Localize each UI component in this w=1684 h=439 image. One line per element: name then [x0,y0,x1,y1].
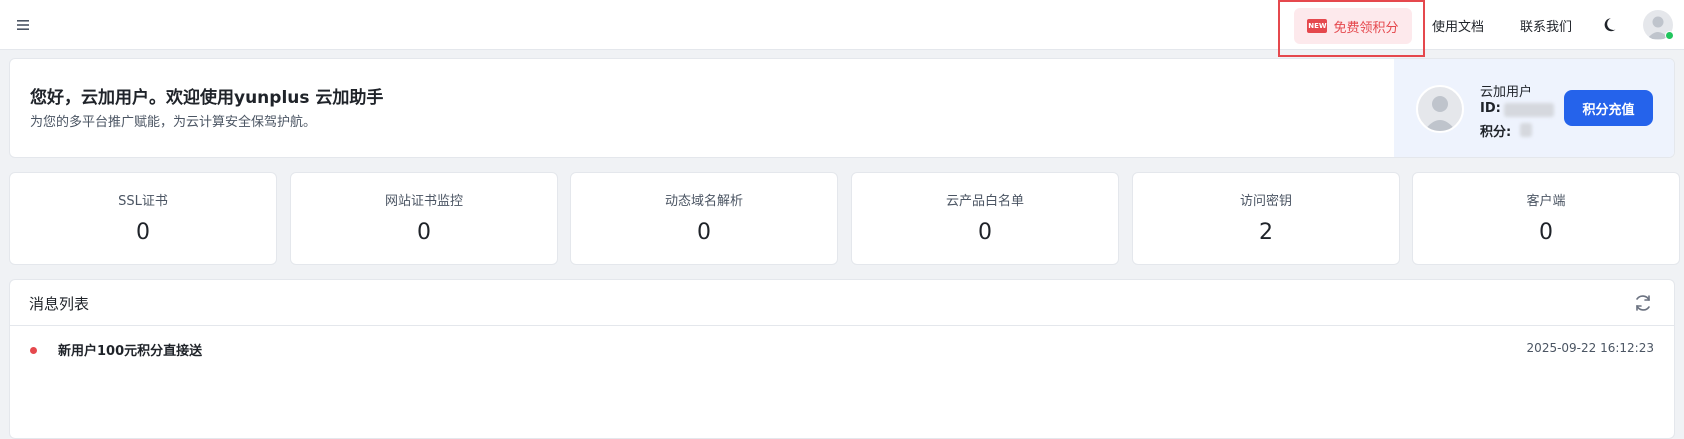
free-points-button[interactable]: NEW 免费领积分 [1294,8,1412,44]
refresh-icon[interactable] [1632,292,1654,314]
stat-label: 云产品白名单 [945,194,1024,209]
free-points-label: 免费领积分 [1333,20,1399,36]
stat-value: 0 [978,220,992,245]
moon-icon[interactable] [1602,15,1622,35]
welcome-subtitle: 为您的多平台推广赋能，为云计算安全保驾护航。 [30,115,317,130]
stat-card-clients[interactable]: 客户端 0 [1412,172,1680,265]
welcome-card: 您好，云加用户。欢迎使用yunplus 云加助手 为您的多平台推广赋能，为云计算… [9,58,1675,158]
message-list-title: 消息列表 [29,295,90,313]
user-id-label: ID: [1480,101,1501,116]
stat-value: 0 [417,220,431,245]
unread-dot [30,347,37,354]
user-info-panel: 云加用户 ID: 积分: 积分充值 [1394,59,1674,157]
top-navbar: NEW 免费领积分 使用文档 联系我们 [0,0,1684,57]
profile-avatar-icon [1416,85,1464,133]
stat-card-site-monitor[interactable]: 网站证书监控 0 [290,172,558,265]
stat-card-whitelist[interactable]: 云产品白名单 0 [851,172,1119,265]
hamburger-menu-icon[interactable] [14,15,34,35]
stat-value: 2 [1259,220,1273,245]
stat-label: 访问密钥 [1239,194,1292,209]
stat-value: 0 [136,220,150,245]
online-status-dot [1665,31,1674,40]
message-list-item[interactable]: 新用户100元积分直接送 2025-09-22 16:12:23 [10,326,1674,370]
recharge-button[interactable]: 积分充值 [1564,90,1653,126]
stat-card-ddns[interactable]: 动态域名解析 0 [570,172,838,265]
message-text: 新用户100元积分直接送 [58,344,203,359]
user-id-value-redacted [1504,103,1554,117]
user-points-label: 积分: [1480,125,1512,140]
docs-link[interactable]: 使用文档 [1432,16,1484,35]
user-points-value-redacted [1520,123,1532,137]
stat-value: 0 [1539,220,1553,245]
message-list-header: 消息列表 [10,280,1674,326]
stat-card-access-keys[interactable]: 访问密钥 2 [1132,172,1400,265]
message-time: 2025-09-22 16:12:23 [1526,341,1654,355]
stat-label: SSL证书 [118,194,168,209]
stat-label: 客户端 [1526,194,1566,209]
stat-label: 动态域名解析 [664,194,743,209]
stat-label: 网站证书监控 [384,194,463,209]
contact-link[interactable]: 联系我们 [1520,16,1572,35]
welcome-title: 您好，云加用户。欢迎使用yunplus 云加助手 [30,88,384,108]
user-name: 云加用户 [1480,85,1533,100]
stat-card-ssl[interactable]: SSL证书 0 [9,172,277,265]
stat-value: 0 [697,220,711,245]
new-badge-icon: NEW [1307,19,1328,33]
message-list-card: 消息列表 新用户100元积分直接送 2025-09-22 16:12:23 [9,279,1675,439]
